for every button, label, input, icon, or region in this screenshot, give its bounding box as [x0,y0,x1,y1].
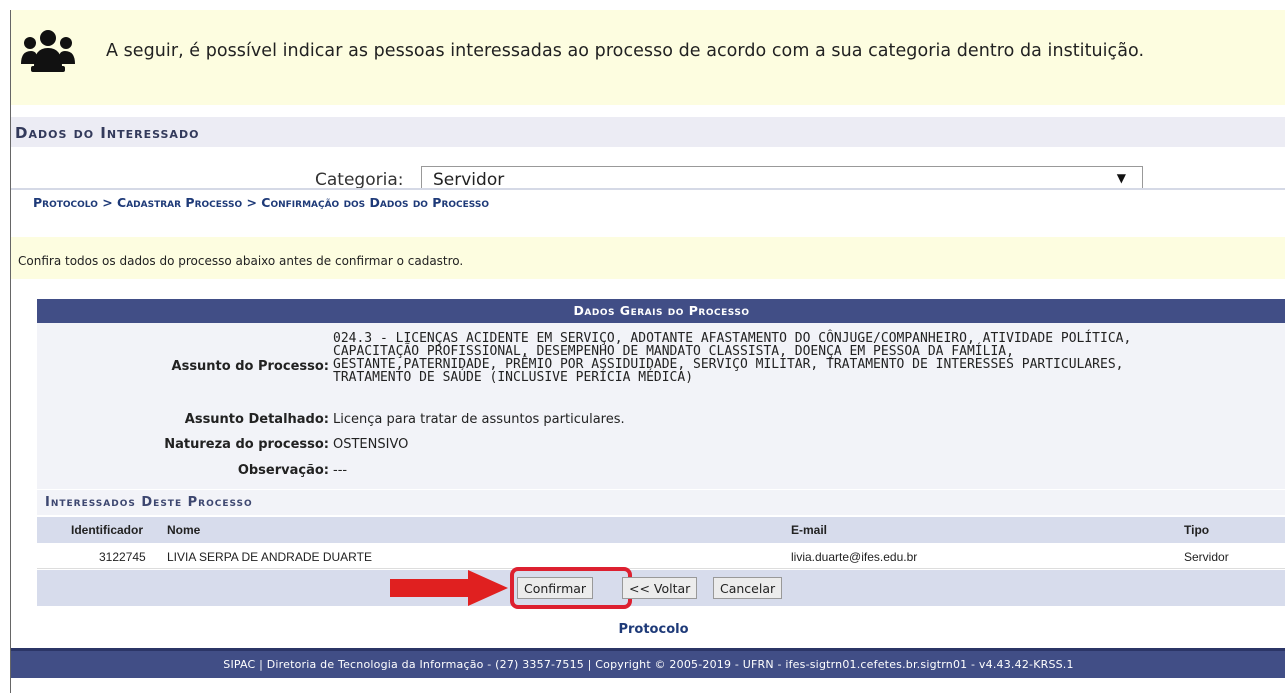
categoria-selected-value: Servidor [433,170,505,190]
assunto-label: Assunto do Processo: [171,359,329,374]
categoria-row: Categoria: Servidor ▼ [11,158,1285,192]
column-header-nome: Nome [167,523,201,537]
footer: SIPAC | Diretoria de Tecnologia da Infor… [11,648,1285,678]
observacao-value: --- [333,463,348,478]
section-title: Dados do Interessado [11,117,1285,147]
table-row: 3122745 LIVIA SERPA DE ANDRADE DUARTE li… [37,543,1285,569]
info-text: A seguir, é possível indicar as pessoas … [106,41,1145,61]
section-title-text: Dados do Interessado [15,124,200,142]
cell-nome: LIVIA SERPA DE ANDRADE DUARTE [167,550,372,564]
dropdown-arrow-icon: ▼ [1116,171,1126,185]
categoria-label: Categoria: [315,170,404,190]
interessados-title: Interessados Deste Processo [37,489,1285,515]
red-arrow-icon [390,570,508,606]
confirmation-notice: Confira todos os dados do processo abaix… [11,237,1285,279]
observacao-label: Observação: [237,463,329,478]
page-frame: A seguir, é possível indicar as pessoas … [10,10,1285,693]
breadcrumb-text: Protocolo > Cadastrar Processo > Confirm… [33,195,489,210]
info-banner: A seguir, é possível indicar as pessoas … [11,10,1285,105]
assunto-detalhado-value: Licença para tratar de assuntos particul… [333,412,625,427]
protocolo-link[interactable]: Protocolo [11,622,1285,637]
breadcrumb: Protocolo > Cadastrar Processo > Confirm… [11,188,1285,215]
dados-gerais-title: Dados Gerais do Processo [573,303,750,318]
cancelar-button[interactable]: Cancelar [713,577,783,599]
column-header-tipo: Tipo [1184,523,1210,537]
cell-identificador: 3122745 [99,550,146,564]
confirmar-button[interactable]: Confirmar [517,577,594,599]
natureza-label: Natureza do processo: [164,437,329,452]
assunto-value: 024.3 - LICENÇAS ACIDENTE EM SERVIÇO, AD… [333,331,1132,385]
cell-email: livia.duarte@ifes.edu.br [791,550,918,564]
assunto-detalhado-label: Assunto Detalhado: [184,412,329,427]
cell-tipo: Servidor [1184,550,1229,564]
confirmation-notice-text: Confira todos os dados do processo abaix… [18,254,464,268]
column-header-identificador: Identificador [71,523,144,537]
button-bar: Confirmar << Voltar Cancelar [37,567,1285,609]
interessados-table-header: Identificador Nome E-mail Tipo [37,517,1285,543]
people-group-icon [21,30,75,72]
dados-gerais-details: Assunto do Processo: 024.3 - LICENÇAS AC… [37,323,1285,489]
dados-gerais-header: Dados Gerais do Processo [37,299,1285,323]
column-header-email: E-mail [791,523,828,537]
voltar-button[interactable]: << Voltar [622,577,698,599]
footer-text: SIPAC | Diretoria de Tecnologia da Infor… [223,658,1074,671]
interessados-title-text: Interessados Deste Processo [45,495,253,510]
natureza-value: OSTENSIVO [333,437,409,452]
